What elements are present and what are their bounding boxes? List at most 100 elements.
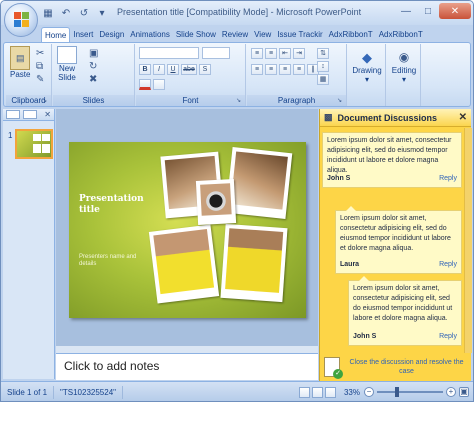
reply-link[interactable]: Reply (439, 332, 457, 342)
text-direction-icon[interactable]: ⇅ (317, 48, 329, 59)
binoculars-icon: ◉ (398, 49, 410, 64)
zoom-slider[interactable]: − + ▣ (364, 387, 473, 397)
fit-to-window-icon[interactable]: ▣ (459, 387, 469, 397)
theme-status: "TS102325524" (54, 385, 123, 399)
tab-adx-ribbon-1[interactable]: AdxRibbonT (326, 27, 376, 43)
slide-show-view-icon[interactable] (324, 386, 336, 398)
bullets-icon[interactable]: ≡ (251, 48, 263, 59)
tab-review[interactable]: Review (219, 27, 251, 43)
slide-canvas[interactable]: Presentation title Presenters name and d… (69, 142, 306, 318)
photo-bottom-right (220, 223, 288, 303)
text-color-icon[interactable] (139, 79, 151, 90)
tab-view[interactable]: View (251, 27, 274, 43)
slide-sorter-view-icon[interactable] (311, 386, 323, 398)
align-center-icon[interactable]: ≡ (265, 64, 277, 75)
powerpoint-window: ▦ ↶ ↺ ▾ Presentation title [Compatibilit… (0, 0, 474, 402)
resolve-case-label[interactable]: Close the discussion and resolve the cas… (345, 358, 468, 376)
font-size-combo[interactable] (202, 47, 230, 59)
format-painter-icon[interactable]: ✎ (36, 74, 44, 85)
tab-issue-tracker[interactable]: Issue Trackir (274, 27, 325, 43)
delete-slide-icon[interactable]: ✖ (89, 74, 97, 85)
font-name-combo[interactable] (139, 47, 199, 59)
smartart-icon[interactable]: ▦ (317, 74, 329, 85)
slides-pane-tabs: ✕ (3, 109, 54, 121)
bold-button[interactable]: B (139, 64, 151, 75)
zoom-out-icon[interactable]: − (364, 387, 374, 397)
discussion-icon: ▩ (324, 112, 333, 122)
underline-button[interactable]: U (167, 64, 179, 75)
layout-icon[interactable]: ▣ (89, 48, 98, 59)
slide-title[interactable]: Presentation title (79, 194, 149, 216)
editing-button[interactable]: ◉ Editing ▾ (389, 48, 419, 85)
new-slide-button[interactable]: New Slide (57, 46, 77, 82)
task-pane-scrollbar[interactable] (464, 128, 472, 353)
notes-pane[interactable]: Click to add notes (56, 353, 318, 380)
close-button[interactable]: ✕ (439, 3, 471, 19)
window-title: Presentation title [Compatibility Mode] … (117, 7, 362, 17)
font-launcher-icon[interactable]: ↘ (236, 97, 244, 105)
clipboard-launcher-icon[interactable]: ↘ (42, 97, 50, 105)
justify-icon[interactable]: ≡ (293, 64, 305, 75)
align-left-icon[interactable]: ≡ (251, 64, 263, 75)
zoom-knob[interactable] (395, 387, 399, 397)
zoom-track[interactable] (377, 387, 443, 397)
task-pane-close-icon[interactable]: ✕ (459, 112, 467, 123)
drawing-group: ◆ Drawing ▾ (348, 44, 386, 106)
shadow-button[interactable]: S (199, 64, 211, 75)
undo-icon[interactable]: ↶ (59, 6, 73, 20)
close-pane-icon[interactable]: ✕ (44, 110, 51, 119)
slide-subtitle[interactable]: Presenters name and details (79, 254, 149, 268)
status-bar: Slide 1 of 1 "TS102325524" 33% − + ▣ (1, 381, 473, 401)
ribbon: ▤ Paste ✂ ⧉ ✎ Clipboard ↘ New Slide ▣ ↻ … (3, 42, 471, 107)
reset-icon[interactable]: ↻ (89, 61, 97, 72)
document-discussions-pane: ▩ Document Discussions ✕ Lorem ipsum dol… (319, 109, 472, 381)
customize-qat-icon[interactable]: ▾ (95, 6, 109, 20)
task-pane-header: ▩ Document Discussions ✕ (320, 109, 471, 127)
discussion-list: Lorem ipsum dolor sit amet, consectetur … (320, 128, 472, 353)
tab-slide-show[interactable]: Slide Show (173, 27, 219, 43)
clear-format-icon[interactable] (153, 79, 165, 90)
drawing-button[interactable]: ◆ Drawing ▾ (351, 48, 383, 85)
cut-icon[interactable]: ✂ (36, 48, 44, 59)
slide-thumbnail[interactable] (15, 129, 53, 159)
paragraph-launcher-icon[interactable]: ↘ (337, 97, 345, 105)
normal-view-icon[interactable] (298, 386, 310, 398)
maximize-button[interactable]: □ (417, 3, 439, 19)
align-right-icon[interactable]: ≡ (279, 64, 291, 75)
slides-pane: ✕ 1 (3, 109, 55, 379)
comment-author: Laura (340, 261, 360, 268)
resolve-document-icon: ✓ (324, 357, 343, 379)
slides-tab[interactable] (6, 110, 20, 119)
office-logo-icon (14, 12, 30, 28)
align-text-icon[interactable]: ↕ (317, 61, 329, 72)
save-icon[interactable]: ▦ (41, 6, 55, 20)
paragraph-group: ≡ ≡ ⇤ ⇥ ≡ ≡ ≡ ≡ ∥ ⇅ ↕ ▦ Paragraph ↘ (247, 44, 347, 106)
quick-access-toolbar: ▦ ↶ ↺ ▾ (41, 6, 109, 20)
tab-animations[interactable]: Animations (127, 27, 173, 43)
italic-button[interactable]: I (153, 64, 165, 75)
paste-button[interactable]: ▤ Paste (10, 46, 30, 79)
shapes-icon: ◆ (362, 49, 372, 65)
minimize-button[interactable]: — (395, 3, 417, 19)
align-row: ≡ ≡ ≡ ≡ ∥ (251, 64, 319, 75)
horizontal-scrollbar[interactable] (56, 346, 318, 353)
reply-link[interactable]: Reply (439, 260, 457, 270)
comment-text: Lorem ipsum dolor sit amet, consectetur … (327, 137, 452, 174)
zoom-level[interactable]: 33% (340, 388, 364, 397)
reply-link[interactable]: Reply (439, 174, 457, 184)
increase-indent-icon[interactable]: ⇥ (293, 48, 305, 59)
tab-adx-ribbon-2[interactable]: AdxRibbonT (376, 27, 426, 43)
strikethrough-button[interactable]: abe (181, 64, 197, 75)
office-button[interactable] (4, 3, 38, 37)
resolve-case-action[interactable]: ✓ Close the discussion and resolve the c… (320, 353, 472, 381)
tab-home[interactable]: Home (41, 27, 71, 43)
copy-icon[interactable]: ⧉ (36, 61, 43, 72)
numbering-icon[interactable]: ≡ (265, 48, 277, 59)
redo-icon[interactable]: ↺ (77, 6, 91, 20)
slide-thumbnail-number: 1 (8, 131, 13, 140)
tab-insert[interactable]: Insert (70, 27, 96, 43)
decrease-indent-icon[interactable]: ⇤ (279, 48, 291, 59)
zoom-in-icon[interactable]: + (446, 387, 456, 397)
outline-tab[interactable] (23, 110, 37, 119)
tab-design[interactable]: Design (96, 27, 127, 43)
